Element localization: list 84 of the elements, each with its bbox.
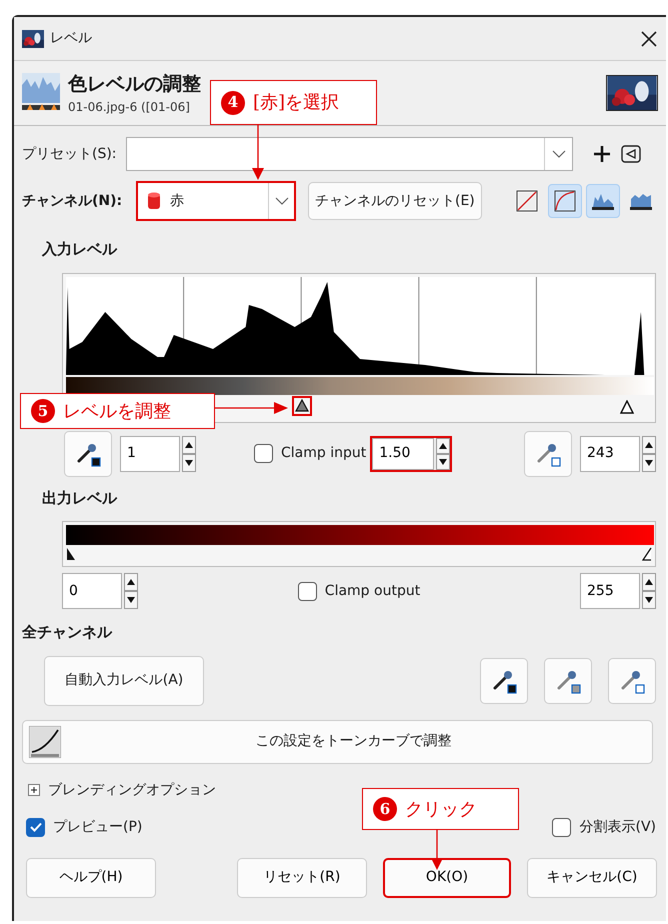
clamp-output-label: Clamp output bbox=[324, 582, 420, 600]
callout-text: レベルを調整 bbox=[63, 400, 171, 424]
decrement-button[interactable] bbox=[124, 591, 138, 609]
color-picker-button[interactable] bbox=[480, 658, 528, 704]
down-arrow-icon bbox=[127, 597, 135, 603]
auto-levels-button[interactable]: 自動入力レベル(A) bbox=[44, 656, 204, 706]
curve-icon bbox=[29, 726, 61, 758]
checkbox[interactable] bbox=[552, 818, 572, 836]
up-arrow-icon bbox=[645, 442, 653, 448]
decrement-button[interactable] bbox=[642, 591, 656, 609]
checkbox[interactable] bbox=[26, 818, 45, 836]
expander-label: ブレンディングオプション bbox=[48, 780, 216, 800]
curve-toggle[interactable] bbox=[548, 184, 582, 218]
expander-toggle[interactable] bbox=[28, 784, 40, 796]
increment-button[interactable] bbox=[182, 436, 196, 454]
channel-icon bbox=[148, 192, 160, 210]
dialog-button[interactable]: リセット(R) bbox=[237, 858, 367, 898]
increment-button[interactable] bbox=[124, 573, 138, 591]
levels-icon bbox=[22, 73, 60, 113]
window-title: レベル bbox=[50, 29, 92, 48]
decrement-button[interactable] bbox=[642, 454, 656, 472]
increment-button[interactable] bbox=[642, 436, 656, 454]
number-field[interactable]: 0 bbox=[62, 573, 122, 609]
step-number: 4 bbox=[221, 90, 245, 114]
chevron-down-icon bbox=[274, 197, 288, 205]
color-picker-button[interactable] bbox=[524, 430, 572, 476]
preview-label: プレビュー(P) bbox=[53, 818, 142, 836]
down-arrow-icon bbox=[185, 460, 193, 466]
channel-label: チャンネル(N): bbox=[22, 192, 124, 210]
slider-handle[interactable] bbox=[620, 400, 634, 414]
linear-curve-icon bbox=[516, 190, 538, 212]
increment-button[interactable] bbox=[436, 438, 450, 454]
color-picker-button[interactable] bbox=[64, 430, 112, 476]
histogram-toggle[interactable] bbox=[586, 184, 620, 218]
decrement-button[interactable] bbox=[436, 454, 450, 470]
decrement-button[interactable] bbox=[182, 454, 196, 472]
chevron-down-icon bbox=[552, 150, 566, 158]
step-number: 5 bbox=[31, 399, 55, 423]
edit-as-curves-button[interactable]: この設定をトーンカーブで調整 bbox=[22, 720, 653, 764]
number-field[interactable]: 1 bbox=[120, 436, 180, 472]
log-curve-icon bbox=[554, 190, 576, 212]
dialog-subtitle: 01-06.jpg-6 ([01-06] bbox=[68, 99, 191, 116]
gamma-slider-handle[interactable] bbox=[292, 396, 312, 416]
section-heading: 出力レベル bbox=[42, 488, 118, 508]
down-arrow-icon bbox=[645, 597, 653, 603]
color-picker-button[interactable] bbox=[608, 658, 656, 704]
slider-handle[interactable] bbox=[642, 547, 652, 561]
close-button[interactable] bbox=[640, 30, 658, 48]
callout-text: [赤]を選択 bbox=[253, 91, 340, 115]
triangle-left-icon bbox=[621, 145, 641, 163]
number-field[interactable]: 255 bbox=[580, 573, 640, 609]
color-picker-button[interactable] bbox=[544, 658, 592, 704]
check-icon bbox=[30, 822, 42, 832]
reset-channel-button[interactable]: チャンネルのリセット(E) bbox=[308, 182, 482, 220]
up-arrow-icon bbox=[645, 579, 653, 585]
down-arrow-icon bbox=[439, 458, 448, 464]
dialog-button[interactable]: キャンセル(C) bbox=[527, 858, 657, 898]
section-heading: 入力レベル bbox=[42, 239, 118, 260]
callout-text: クリック bbox=[405, 798, 477, 822]
menu-button[interactable] bbox=[621, 145, 641, 163]
split-view-label: 分割表示(V) bbox=[579, 818, 656, 836]
dialog-button[interactable]: OK(O) bbox=[383, 858, 511, 898]
step-number: 6 bbox=[373, 797, 397, 821]
preset-label: プリセット(S): bbox=[22, 144, 118, 164]
plus-box-icon bbox=[28, 784, 40, 796]
add-button[interactable] bbox=[593, 145, 611, 163]
plus-icon bbox=[593, 145, 611, 163]
dialog-button[interactable]: ヘルプ(H) bbox=[26, 858, 156, 898]
dialog-title: 色レベルの調整 bbox=[68, 72, 201, 97]
channel-combo[interactable]: 赤 bbox=[136, 181, 296, 221]
up-arrow-icon bbox=[185, 442, 193, 448]
slider-handle[interactable] bbox=[66, 547, 76, 561]
section-heading: 全チャンネル bbox=[22, 622, 114, 643]
close-icon bbox=[640, 30, 658, 48]
clamp-input-label: Clamp input bbox=[281, 444, 366, 463]
histogram-icon bbox=[630, 191, 652, 211]
checkbox[interactable] bbox=[298, 582, 317, 600]
increment-button[interactable] bbox=[642, 573, 656, 591]
down-arrow-icon bbox=[645, 460, 653, 466]
up-arrow-icon bbox=[127, 579, 135, 585]
checkbox[interactable] bbox=[254, 444, 273, 463]
number-field[interactable]: 243 bbox=[580, 436, 640, 472]
number-field[interactable]: 1.50 bbox=[372, 438, 434, 470]
up-arrow-icon bbox=[439, 442, 448, 448]
